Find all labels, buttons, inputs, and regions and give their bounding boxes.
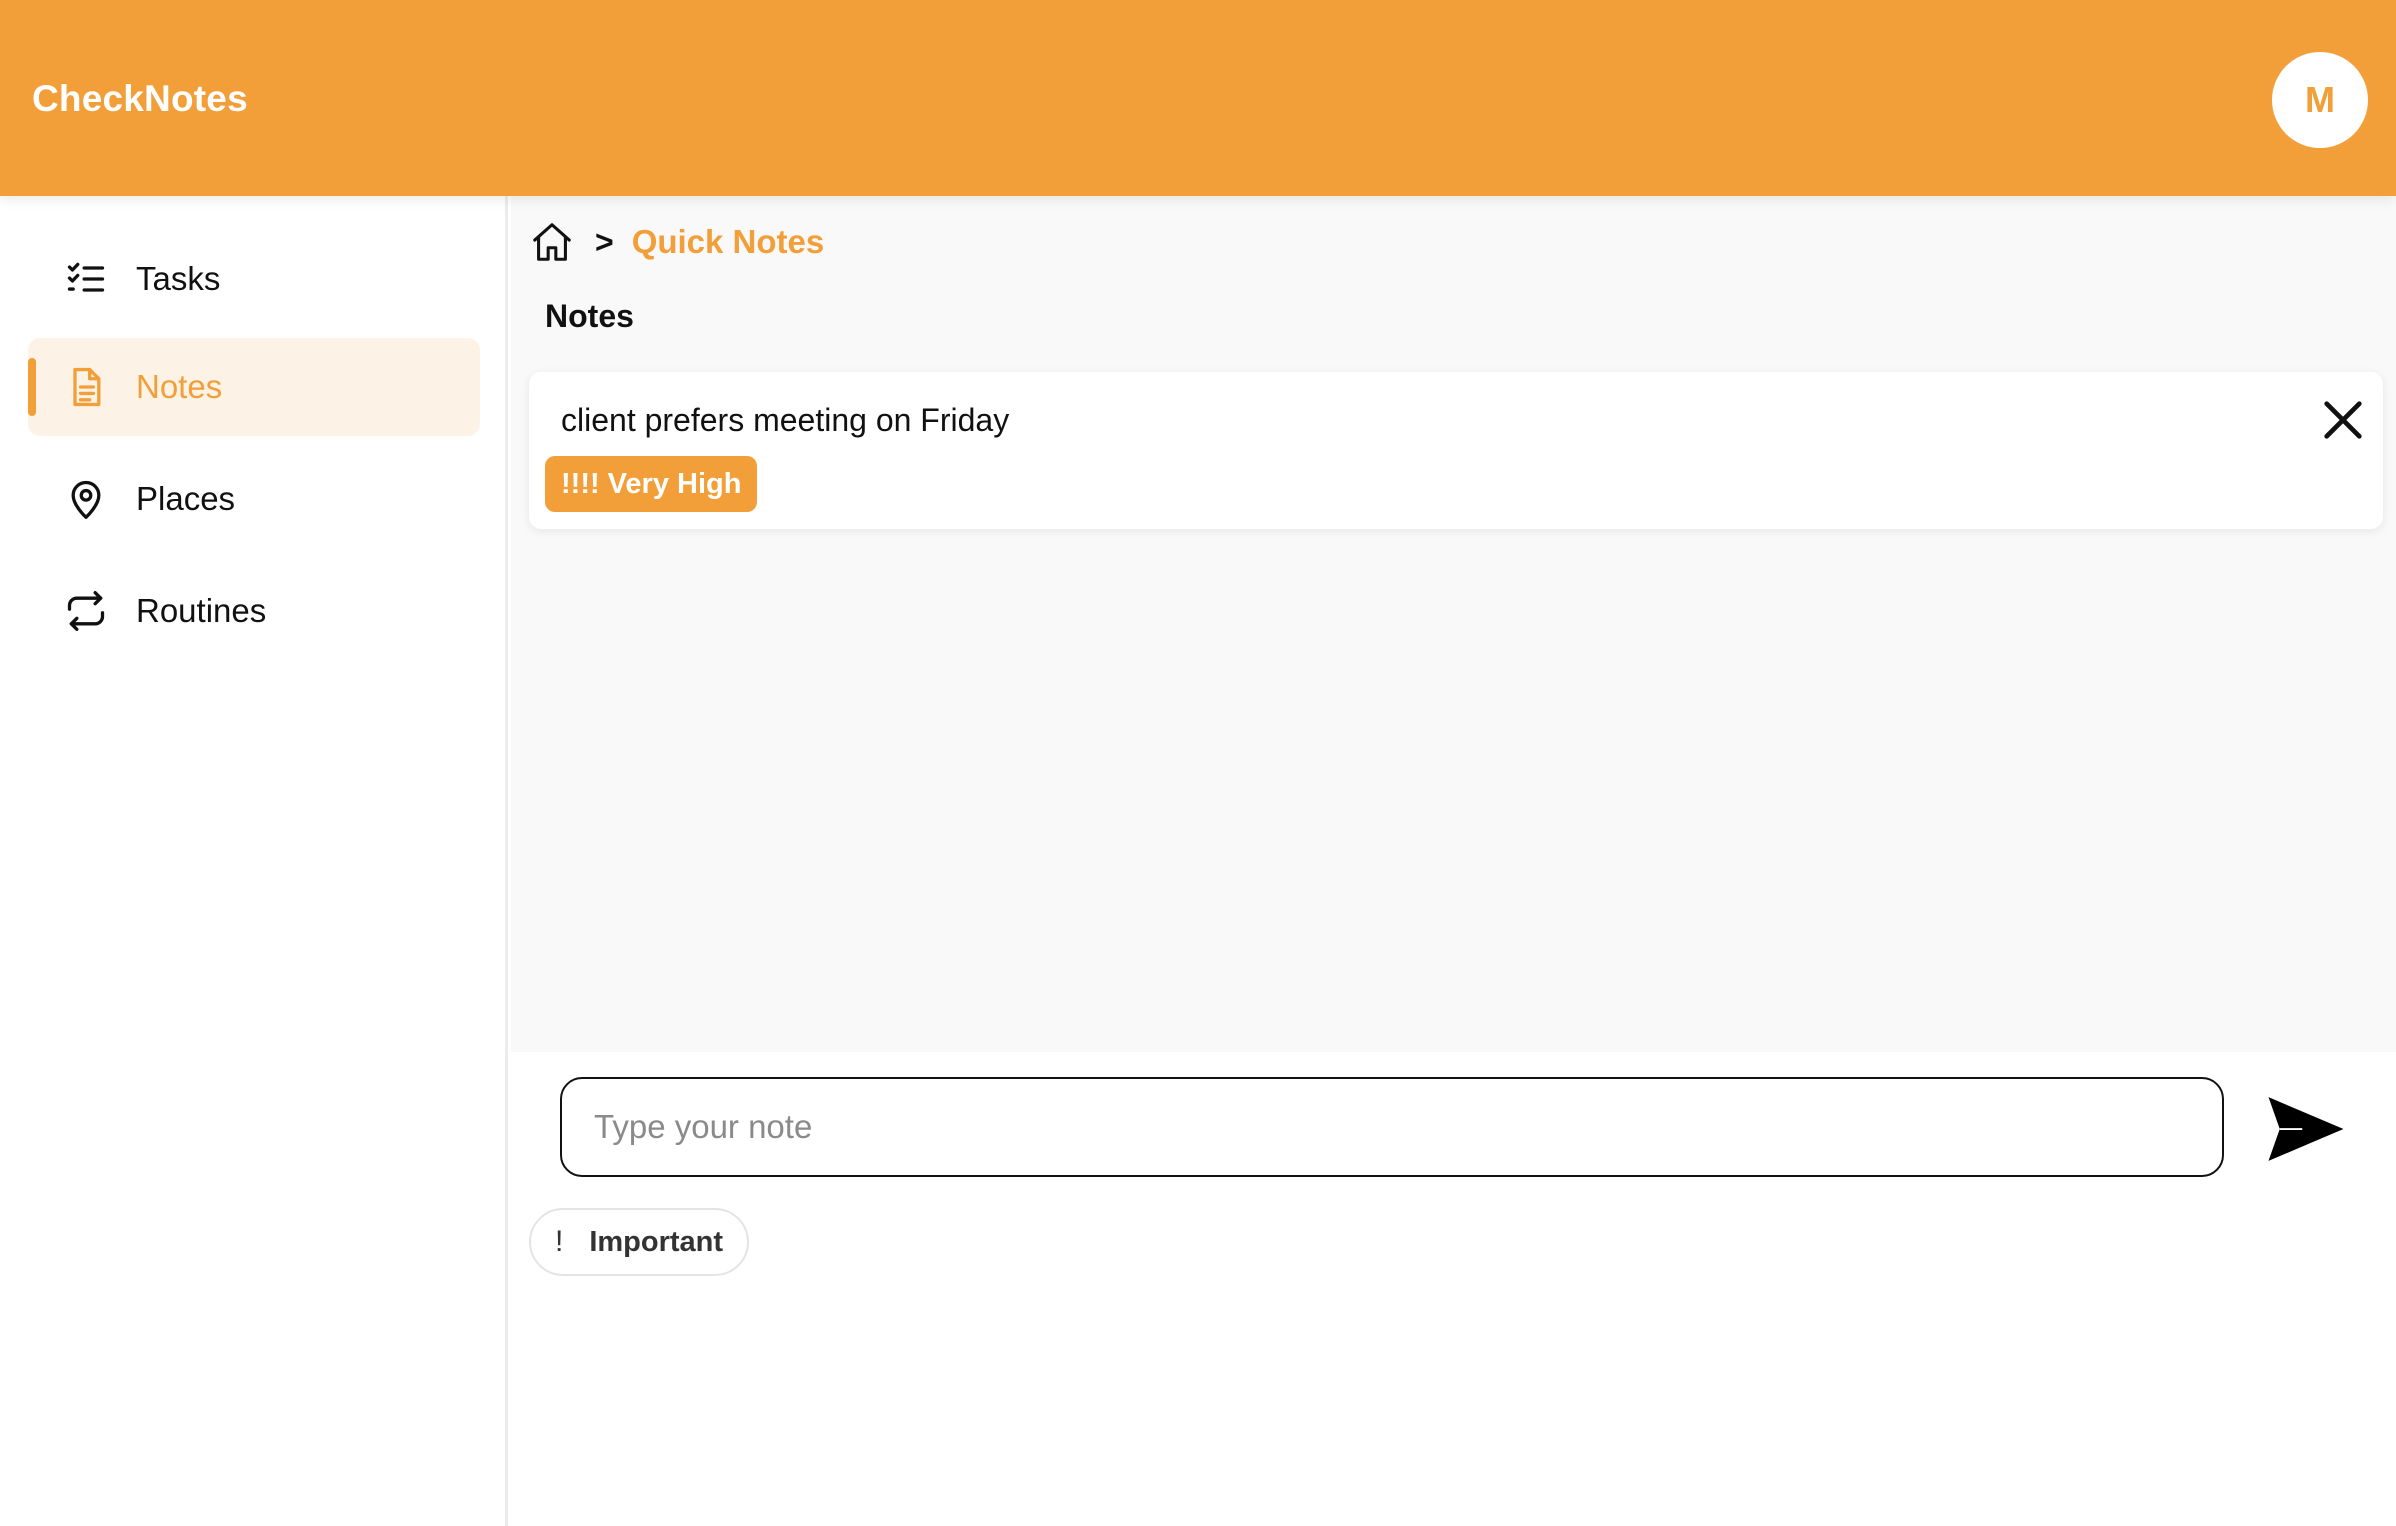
- sidebar-item-label: Routines: [136, 592, 267, 629]
- breadcrumb-separator: >: [595, 223, 614, 260]
- main-content: > Quick Notes Notes client prefers meeti…: [511, 196, 2396, 1052]
- sidebar-item-label: Tasks: [136, 260, 221, 297]
- sidebar-item-tasks[interactable]: Tasks: [28, 230, 480, 328]
- note-composer: ! Important: [511, 1052, 2396, 1526]
- user-avatar[interactable]: M: [2272, 52, 2368, 148]
- breadcrumb-current: Quick Notes: [631, 223, 825, 260]
- map-pin-icon: [71, 480, 101, 519]
- top-header: CheckNotes M: [0, 0, 2396, 196]
- app-window: CheckNotes M Tasks Notes Places Routines…: [0, 0, 2396, 1526]
- breadcrumb: > Quick Notes: [529, 214, 824, 270]
- sidebar-item-routines[interactable]: Routines: [28, 562, 480, 660]
- sidebar: Tasks Notes Places Routines: [0, 196, 508, 1526]
- checklist-icon: [67, 262, 105, 292]
- sidebar-item-notes[interactable]: Notes: [28, 338, 480, 436]
- important-chip[interactable]: ! Important: [529, 1208, 750, 1276]
- sidebar-item-places[interactable]: Places: [28, 450, 480, 548]
- sidebar-item-label: Places: [136, 480, 236, 517]
- send-icon[interactable]: [2261, 1084, 2351, 1174]
- chip-label: Important: [589, 1225, 724, 1258]
- note-text: client prefers meeting on Friday: [561, 402, 1010, 438]
- page-title: Notes: [545, 298, 634, 334]
- note-input[interactable]: [560, 1077, 2224, 1177]
- close-icon[interactable]: [2315, 392, 2371, 448]
- document-icon: [73, 367, 101, 407]
- priority-badge: !!!! Very High: [545, 456, 758, 512]
- repeat-icon: [67, 591, 105, 631]
- note-card[interactable]: client prefers meeting on Friday !!!! Ve…: [529, 372, 2383, 529]
- app-title[interactable]: CheckNotes: [32, 78, 248, 120]
- home-icon[interactable]: [529, 219, 575, 265]
- exclamation-icon: !: [555, 1225, 564, 1258]
- sidebar-item-label: Notes: [136, 368, 223, 405]
